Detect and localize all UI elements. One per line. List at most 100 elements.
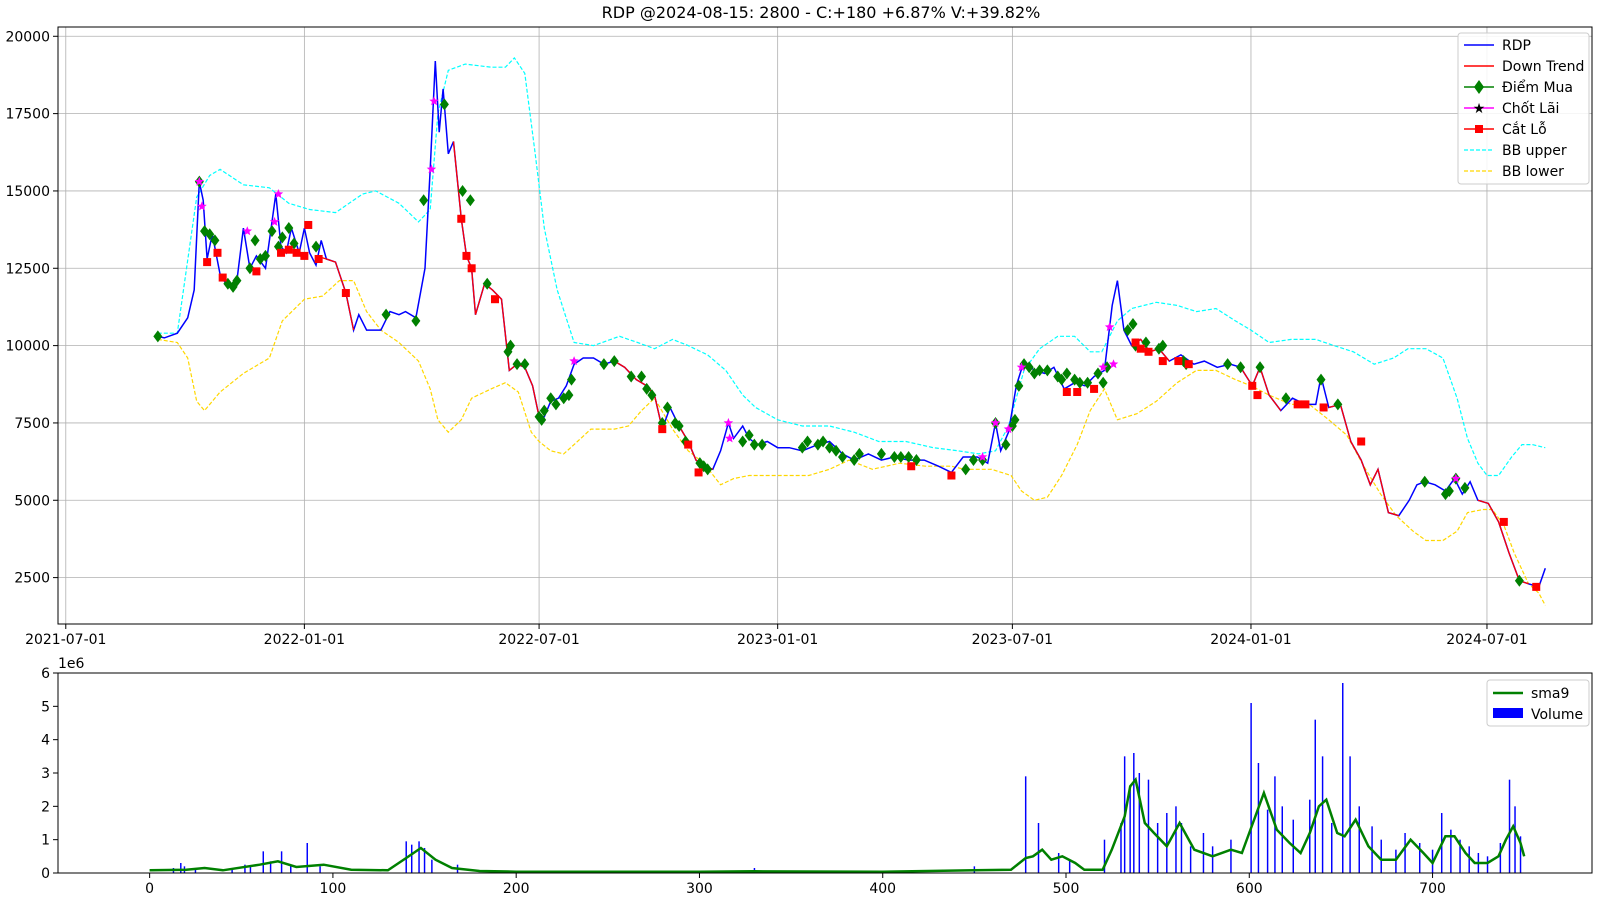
stop-loss-point	[314, 254, 323, 263]
volume-bar	[1508, 779, 1511, 873]
buy-point	[904, 450, 914, 463]
bb-upper-line	[157, 56, 1546, 477]
buy-point	[1098, 376, 1108, 389]
volume-bar	[1486, 856, 1489, 873]
volume-bar	[1321, 756, 1324, 873]
stop-loss-point	[457, 214, 466, 223]
price-y-tick-label: 5000	[14, 493, 50, 509]
price-legend: RDP Down Trend Điểm Mua ★ Chốt Lãi Cắt L…	[1457, 32, 1590, 185]
stop-loss-point	[1073, 388, 1082, 397]
legend-label-sma9: sma9	[1531, 686, 1569, 702]
volume-x-tick-label: 600	[1236, 881, 1263, 897]
down-trend-segment	[452, 141, 540, 417]
stop-loss-point	[213, 248, 222, 257]
volume-x-tick-label: 500	[1053, 881, 1080, 897]
buy-point	[599, 358, 609, 371]
chart-canvas: RDP @2024-08-15: 2800 - C:+180 +6.87% V:…	[5, 3, 1593, 897]
stop-loss-point	[284, 245, 293, 254]
volume-bar	[319, 866, 321, 873]
rdp-price-line	[157, 60, 1547, 588]
volume-x-tick-label: 400	[869, 881, 896, 897]
stop-loss-point	[1136, 344, 1145, 353]
price-x-tick-label: 2022-07-01	[498, 632, 579, 648]
volume-bar	[1189, 846, 1192, 873]
volume-y-tick-label: 2	[41, 799, 50, 815]
legend-label-rdp: RDP	[1502, 38, 1531, 54]
volume-bar	[1175, 806, 1177, 873]
stop-loss-point	[300, 251, 309, 260]
buy-point	[1420, 475, 1430, 488]
volume-y-tick-label: 5	[41, 699, 50, 715]
stop-loss-point	[203, 258, 212, 267]
legend-label-down-trend: Down Trend	[1502, 59, 1584, 75]
volume-bar	[1281, 806, 1284, 873]
buy-point	[250, 234, 260, 247]
volume-bar	[1266, 809, 1269, 873]
stop-loss-point	[694, 468, 703, 477]
buy-point	[465, 194, 475, 207]
volume-y-tick-label: 6	[41, 666, 50, 682]
stop-loss-point	[218, 273, 227, 282]
volume-bar	[1499, 843, 1502, 873]
down-trend-segment	[1477, 499, 1529, 585]
stop-loss-point	[1293, 400, 1302, 409]
volume-y-tick-label: 0	[41, 866, 50, 882]
buy-point	[757, 438, 767, 451]
buy-point	[1001, 438, 1011, 451]
price-plot-frame	[57, 26, 1593, 625]
stop-loss-point	[1248, 381, 1257, 390]
volume-bar	[1250, 703, 1252, 873]
price-x-tick-label: 2021-07-01	[25, 632, 106, 648]
stop-loss-point	[1090, 384, 1099, 393]
volume-bar	[180, 863, 182, 873]
volume-bar	[418, 841, 420, 873]
volume-legend: sma9 Volume	[1486, 679, 1590, 727]
bollinger-bands	[157, 56, 1546, 606]
price-x-tick-label: 2023-07-01	[972, 632, 1053, 648]
volume-y-tick-label: 4	[41, 733, 50, 749]
volume-bar	[1404, 833, 1406, 873]
stop-loss-point	[684, 440, 693, 449]
volume-y-tick-label: 1	[41, 833, 50, 849]
volume-bar	[1468, 846, 1470, 873]
legend-star-icon: ★	[1473, 101, 1486, 117]
price-y-tick-label: 20000	[5, 29, 50, 45]
volume-bar	[1230, 839, 1232, 873]
buy-point	[609, 355, 619, 368]
stop-loss-point	[1184, 360, 1193, 369]
price-x-tick-label: 2024-01-01	[1210, 632, 1291, 648]
legend-label-buy: Điểm Mua	[1502, 79, 1573, 96]
buy-point	[1042, 364, 1052, 377]
volume-bars	[172, 683, 1522, 873]
stop-loss-point	[277, 248, 286, 257]
volume-scale-label: 1e6	[58, 656, 85, 672]
volume-x-tick-label: 200	[503, 881, 530, 897]
stop-loss-point	[467, 264, 476, 273]
volume-panel: 0 100 200 300 400 500 600 700 0 1 2 3 4 5 6 1e6 sma9 …	[41, 656, 1593, 897]
price-y-tick-label: 12500	[5, 261, 50, 277]
volume-bar	[431, 859, 433, 873]
stop-loss-point	[1319, 403, 1328, 412]
volume-bar	[1331, 823, 1333, 873]
buy-point	[626, 370, 636, 383]
volume-bar	[1138, 773, 1141, 873]
legend-label-bb-upper: BB upper	[1502, 143, 1567, 159]
volume-bar	[1349, 756, 1351, 873]
stop-loss-point	[462, 251, 471, 260]
volume-bar	[1156, 823, 1159, 873]
stop-loss-point	[1301, 400, 1310, 409]
price-y-tick-label: 2500	[14, 571, 50, 587]
take-profit-point	[426, 164, 437, 174]
buy-point	[1255, 361, 1265, 374]
stop-loss-point	[252, 267, 261, 276]
buy-point	[1514, 574, 1524, 587]
stop-loss-point	[341, 289, 350, 298]
volume-y-tick-label: 3	[41, 766, 50, 782]
price-lines	[157, 60, 1547, 588]
volume-bar	[1257, 763, 1260, 873]
stop-loss-point	[907, 462, 916, 471]
buy-point	[520, 358, 530, 371]
down-trend-segment	[1240, 365, 1282, 411]
volume-bar	[1211, 846, 1214, 873]
stop-loss-point	[1174, 357, 1183, 366]
